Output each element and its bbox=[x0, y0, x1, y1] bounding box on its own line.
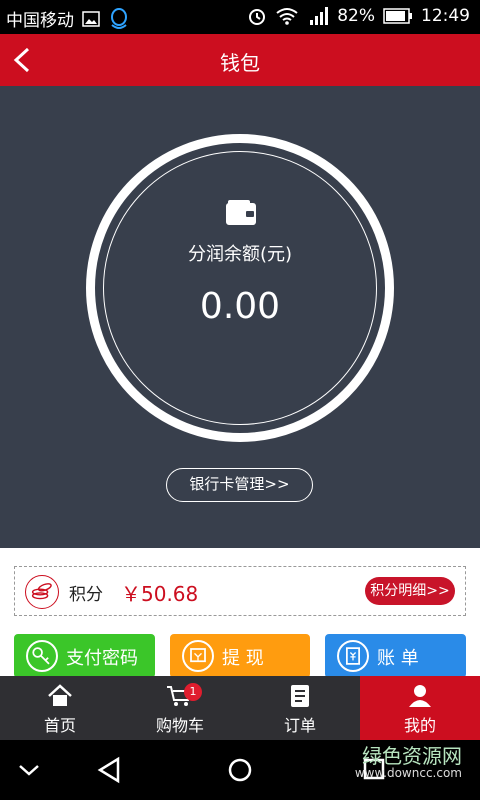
app-header: 钱包 bbox=[0, 34, 480, 86]
home-circle-icon[interactable] bbox=[227, 757, 253, 783]
signal-icon bbox=[310, 7, 329, 25]
qq-icon bbox=[111, 7, 127, 29]
payment-password-button[interactable]: 支付密码 bbox=[14, 634, 155, 678]
bottom-tab-bar: 首页 购物车 订单 我的 bbox=[0, 676, 480, 740]
status-left: 中国移动 bbox=[6, 6, 130, 31]
page-title: 钱包 bbox=[220, 51, 260, 75]
tab-home-label: 首页 bbox=[43, 716, 76, 735]
chevron-down-icon[interactable] bbox=[16, 760, 42, 780]
alarm-icon bbox=[249, 9, 266, 25]
tab-orders[interactable]: 订单 bbox=[240, 676, 360, 740]
battery-percent: 82% bbox=[337, 6, 375, 26]
status-bar: 中国移动 82% 12:49 bbox=[0, 0, 480, 34]
points-value: ￥50.68 bbox=[121, 582, 199, 606]
tab-mine[interactable]: 我的 bbox=[360, 676, 480, 740]
watermark: 绿色资源网 www.downcc.com bbox=[355, 746, 462, 780]
tab-mine-label: 我的 bbox=[403, 716, 436, 735]
bank-card-management-button[interactable]: 银行卡管理>> bbox=[166, 468, 313, 502]
withdraw-icon bbox=[182, 640, 214, 672]
wallet-icon bbox=[226, 200, 256, 225]
withdraw-button[interactable]: 提 现 bbox=[170, 634, 310, 678]
payment-password-label: 支付密码 bbox=[66, 648, 138, 669]
back-triangle-icon[interactable] bbox=[96, 756, 122, 784]
points-row: 积分 ￥50.68 积分明细>> bbox=[14, 566, 466, 616]
cart-badge: 1 bbox=[184, 683, 202, 701]
order-icon bbox=[291, 685, 309, 707]
withdraw-label: 提 现 bbox=[222, 648, 264, 669]
carrier-name: 中国移动 bbox=[6, 11, 74, 31]
watermark-title: 绿色资源网 bbox=[362, 744, 462, 768]
home-icon bbox=[48, 684, 72, 706]
bill-icon bbox=[337, 640, 369, 672]
image-icon bbox=[82, 10, 100, 27]
clock: 12:49 bbox=[421, 6, 470, 26]
wifi-icon bbox=[276, 8, 298, 25]
tab-orders-label: 订单 bbox=[283, 716, 316, 735]
user-icon bbox=[409, 685, 431, 707]
battery-icon bbox=[383, 8, 412, 24]
watermark-url: www.downcc.com bbox=[354, 766, 462, 780]
points-detail-button[interactable]: 积分明细>> bbox=[365, 577, 455, 605]
tab-cart[interactable]: 购物车 bbox=[120, 676, 240, 740]
points-label: 积分 bbox=[69, 585, 103, 605]
status-right: 82% 12:49 bbox=[247, 6, 470, 26]
key-icon bbox=[26, 640, 58, 672]
bill-button[interactable]: 账 单 bbox=[325, 634, 466, 678]
coins-icon bbox=[25, 575, 59, 609]
tab-cart-label: 购物车 bbox=[155, 716, 204, 735]
bill-label: 账 单 bbox=[377, 648, 419, 669]
balance-label: 分润余额(元) bbox=[187, 244, 293, 265]
balance-value: 0.00 bbox=[199, 286, 281, 327]
tab-home[interactable]: 首页 bbox=[0, 676, 120, 740]
